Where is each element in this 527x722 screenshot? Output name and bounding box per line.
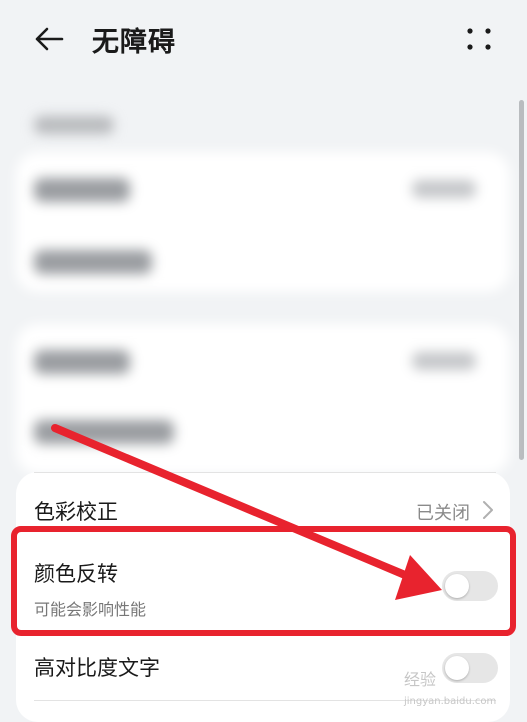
scrollbar[interactable] — [519, 100, 524, 460]
high-contrast-text-toggle[interactable] — [442, 653, 498, 683]
watermark: 经验 — [404, 670, 437, 689]
high-contrast-text-label: 高对比度文字 — [34, 656, 160, 680]
more-dots-icon[interactable] — [464, 24, 494, 54]
page-title: 无障碍 — [92, 27, 176, 58]
arrow-left-icon[interactable] — [32, 22, 66, 56]
color-correction-status: 已关闭 — [416, 503, 470, 524]
divider — [34, 472, 496, 473]
app-header: 无障碍 — [0, 0, 527, 80]
color-correction-label: 色彩校正 — [34, 500, 118, 524]
watermark-url: jingyan.baidu.com — [404, 696, 497, 707]
chevron-right-icon — [483, 501, 493, 519]
toggle-knob — [445, 656, 469, 680]
highlight-box — [11, 526, 516, 636]
